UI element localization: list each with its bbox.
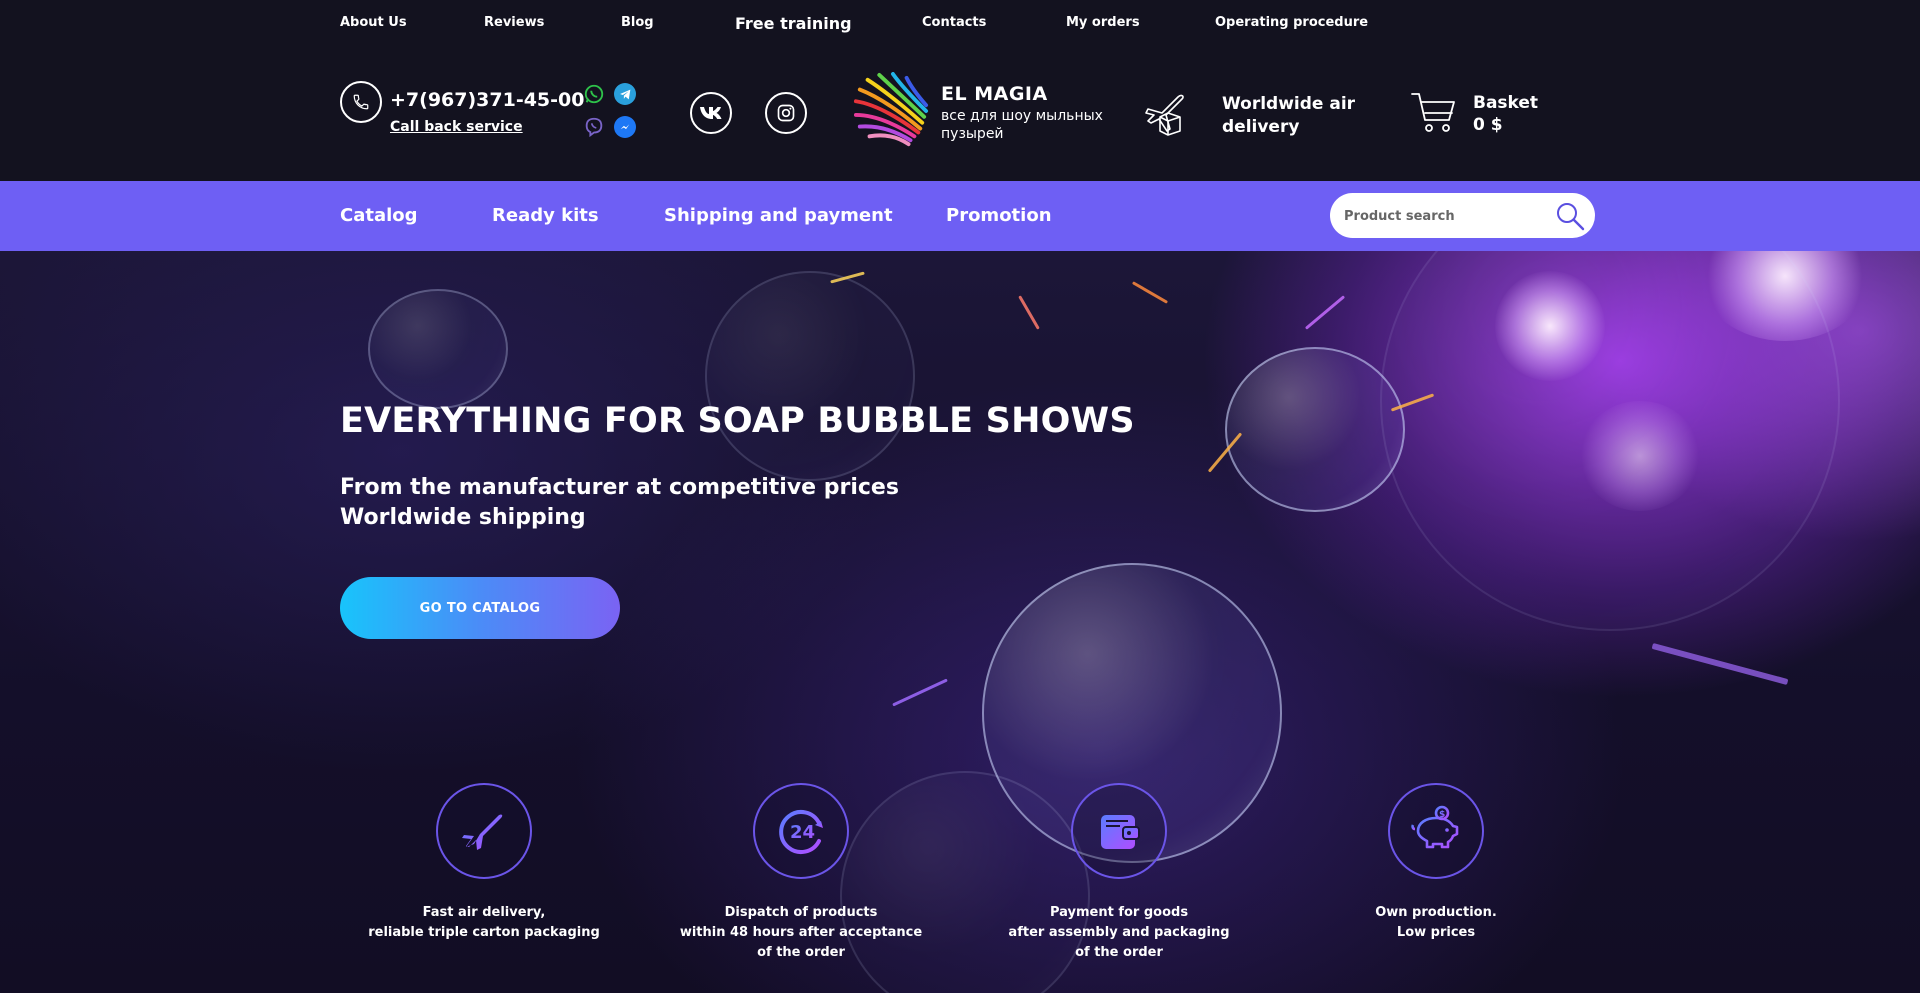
spark xyxy=(1304,295,1346,330)
hero-subtitle: From the manufacturer at competitive pri… xyxy=(340,473,899,533)
feature-icon-ring xyxy=(436,783,532,879)
vk-icon[interactable] xyxy=(690,92,732,134)
svg-text:24: 24 xyxy=(790,822,815,843)
plane-icon xyxy=(462,814,503,850)
messenger-icon[interactable] xyxy=(614,116,636,138)
search-icon xyxy=(1557,203,1585,231)
feature-text-line: reliable triple carton packaging xyxy=(368,925,600,940)
basket-label[interactable]: Basket xyxy=(1473,93,1538,113)
callback-link[interactable]: Call back service xyxy=(390,119,523,135)
hero-title: EVERYTHING FOR SOAP BUBBLE SHOWS xyxy=(340,401,1135,441)
feature-icon-ring: 24 xyxy=(753,783,849,879)
instagram-icon[interactable] xyxy=(765,92,807,134)
feature-text-line: of the order xyxy=(757,945,845,960)
spark xyxy=(1018,295,1040,330)
feature-text-line: within 48 hours after acceptance xyxy=(679,925,923,940)
nav-my-orders[interactable]: My orders xyxy=(1066,15,1140,30)
feature-icon-ring: $ xyxy=(1388,783,1484,879)
spark xyxy=(1131,281,1169,304)
airplane-box-icon xyxy=(1145,94,1184,136)
piggy-bank-icon: $ xyxy=(1411,805,1459,849)
search-box xyxy=(1330,193,1595,238)
feature-icon-ring xyxy=(1071,783,1167,879)
nav-operating-procedure[interactable]: Operating procedure xyxy=(1215,15,1368,30)
worldwide-delivery-label: Worldwide air delivery xyxy=(1222,94,1356,137)
cart-icon[interactable] xyxy=(1410,91,1458,135)
feature-text-line: of the order xyxy=(1075,945,1163,960)
soap-bubble xyxy=(705,271,915,481)
soap-bubble xyxy=(1380,251,1840,631)
hero-section: EVERYTHING FOR SOAP BUBBLE SHOWS From th… xyxy=(0,251,1920,993)
soap-bubble xyxy=(1225,347,1405,512)
feature-own-production: $ Own production. Low prices xyxy=(1311,783,1561,943)
logo-name: EL MAGIA xyxy=(941,83,1048,105)
basket-total: 0 $ xyxy=(1473,115,1503,135)
nav-reviews[interactable]: Reviews xyxy=(484,15,544,30)
feature-text-line: Payment for goods xyxy=(1049,905,1189,920)
top-nav: About Us Reviews Blog Free training Cont… xyxy=(0,0,1920,51)
feature-dispatch-48h: 24 Dispatch of products within 48 hours … xyxy=(676,783,926,963)
header: +7(967)371-45-00 Call back service EL MA… xyxy=(0,51,1920,181)
menu-shipping-and-payment[interactable]: Shipping and payment xyxy=(664,205,893,226)
svg-text:$: $ xyxy=(1439,810,1445,820)
nav-blog[interactable]: Blog xyxy=(621,15,654,30)
nav-contacts[interactable]: Contacts xyxy=(922,15,986,30)
spark xyxy=(892,678,948,707)
spark xyxy=(1651,642,1789,686)
phone-icon[interactable] xyxy=(340,81,382,123)
main-menu: Catalog Ready kits Shipping and payment … xyxy=(0,181,1920,251)
wallet-icon xyxy=(1101,815,1140,849)
go-to-catalog-button[interactable]: GO TO CATALOG xyxy=(340,577,620,639)
phone-number[interactable]: +7(967)371-45-00 xyxy=(390,89,584,111)
el-magia-logo-icon[interactable] xyxy=(852,72,930,150)
feature-text-line: Dispatch of products xyxy=(724,905,878,920)
soap-bubble xyxy=(368,289,508,409)
telegram-icon[interactable] xyxy=(614,83,636,105)
nav-free-training[interactable]: Free training xyxy=(735,14,852,33)
search-input[interactable] xyxy=(1344,205,1544,227)
hero-subtitle-line-1: From the manufacturer at competitive pri… xyxy=(340,475,899,500)
menu-promotion[interactable]: Promotion xyxy=(946,205,1052,226)
feature-fast-delivery: Fast air delivery, reliable triple carto… xyxy=(359,783,609,943)
viber-icon[interactable] xyxy=(583,116,605,138)
feature-payment-after-assembly: Payment for goods after assembly and pac… xyxy=(994,783,1244,963)
feature-text-line: Own production. xyxy=(1375,905,1497,920)
feature-text-line: after assembly and packaging xyxy=(1008,925,1230,940)
24-hours-icon: 24 xyxy=(779,810,823,854)
feature-text-line: Low prices xyxy=(1396,925,1476,940)
nav-about-us[interactable]: About Us xyxy=(340,15,407,30)
hero-subtitle-line-2: Worldwide shipping xyxy=(340,505,586,530)
whatsapp-icon[interactable] xyxy=(583,83,605,105)
feature-text-line: Fast air delivery, xyxy=(422,905,546,920)
search-button[interactable] xyxy=(1553,199,1587,233)
menu-ready-kits[interactable]: Ready kits xyxy=(492,205,599,226)
menu-catalog[interactable]: Catalog xyxy=(340,205,418,226)
logo-tagline: все для шоу мыльных пузырей xyxy=(941,108,1103,142)
